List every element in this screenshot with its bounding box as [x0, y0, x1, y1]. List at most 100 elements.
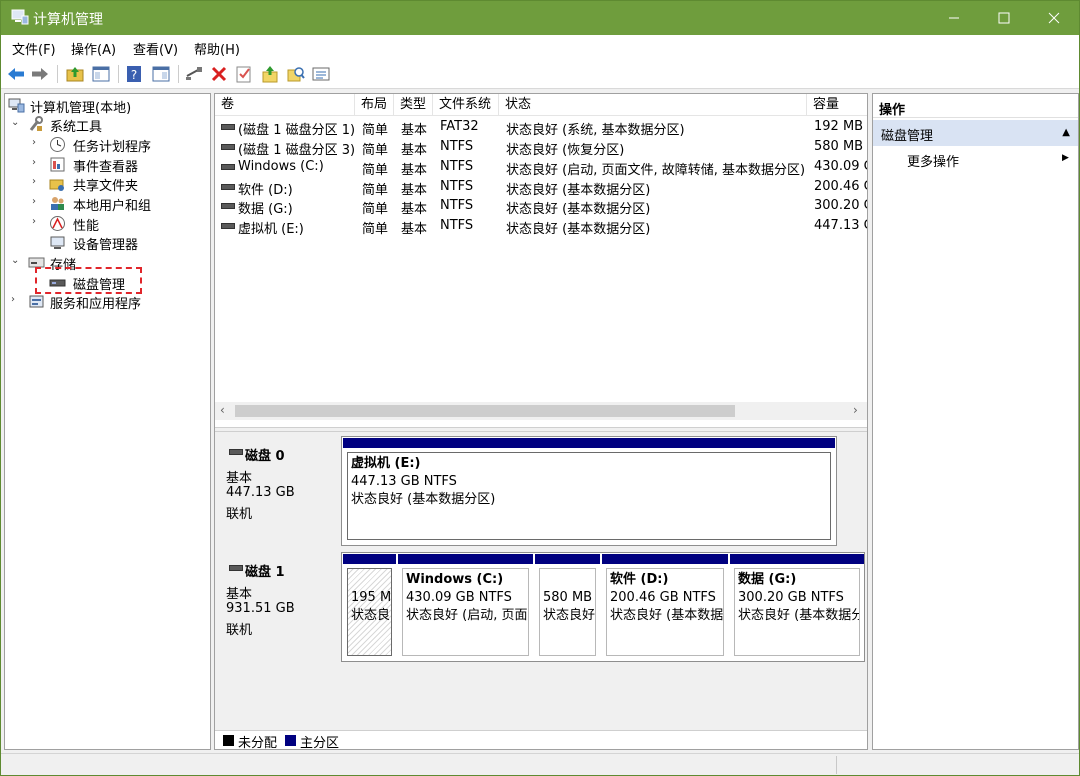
- column-status[interactable]: 状态: [499, 94, 807, 116]
- scroll-left-icon[interactable]: ‹: [220, 403, 225, 417]
- menu-help[interactable]: 帮助(H): [194, 39, 240, 58]
- disk-1-label[interactable]: 磁盘 1 基本 931.51 GB 联机: [217, 552, 339, 662]
- disk-0-partitions: 虚拟机 (E:) 447.13 GB NTFS 状态良好 (基本数据分区): [341, 436, 837, 546]
- drive-icon: [221, 203, 235, 209]
- cell-layout: 简单: [362, 222, 389, 237]
- scroll-right-icon[interactable]: ›: [853, 403, 858, 417]
- delete-icon[interactable]: [209, 64, 229, 84]
- cell-filesystem: FAT32: [440, 119, 479, 134]
- legend-label-unallocated: 未分配: [238, 736, 278, 751]
- cell-capacity: 447.13 G: [814, 218, 867, 233]
- partition-d[interactable]: 软件 (D:) 200.46 GB NTFS 状态良好 (基本数据: [602, 554, 728, 660]
- forward-icon[interactable]: [30, 64, 50, 84]
- column-filesystem[interactable]: 文件系统: [433, 94, 499, 116]
- connect-icon[interactable]: [184, 64, 204, 84]
- partition-c[interactable]: Windows (C:) 430.09 GB NTFS 状态良好 (启动, 页面: [398, 554, 533, 660]
- table-row[interactable]: 软件 (D:) 简单 基本 NTFS 状态良好 (基本数据分区) 200.46 …: [215, 177, 867, 198]
- table-row[interactable]: 虚拟机 (E:) 简单 基本 NTFS 状态良好 (基本数据分区) 447.13…: [215, 216, 867, 237]
- partition-status: 状态良好 (启动, 页面: [406, 608, 528, 623]
- more-actions-item[interactable]: 更多操作: [907, 151, 959, 170]
- disk-graphical-view: 磁盘 0 基本 447.13 GB 联机 虚拟机 (E:) 447.13 GB …: [215, 432, 867, 732]
- partition-g[interactable]: 数据 (G:) 300.20 GB NTFS 状态良好 (基本数据分: [730, 554, 864, 660]
- minimize-button[interactable]: [931, 1, 977, 35]
- clock-icon: [50, 137, 65, 152]
- properties-icon[interactable]: [151, 64, 171, 84]
- disk-status: 联机: [226, 507, 253, 522]
- cell-volume: (磁盘 1 磁盘分区 3): [238, 143, 354, 158]
- column-type[interactable]: 类型: [394, 94, 433, 116]
- disk-0-label[interactable]: 磁盘 0 基本 447.13 GB 联机: [217, 436, 339, 546]
- maximize-button[interactable]: [981, 1, 1027, 35]
- main-pane: 卷 布局 类型 文件系统 状态 容量 (磁盘 1 磁盘分区 1) 简单 基本 F…: [214, 93, 868, 751]
- export-list-icon[interactable]: [311, 64, 331, 84]
- collapse-up-icon[interactable]: ▲: [1062, 127, 1070, 138]
- disk-icon: [229, 565, 243, 571]
- horizontal-scrollbar[interactable]: ‹ ›: [215, 402, 867, 420]
- show-hide-tree-icon[interactable]: [91, 64, 111, 84]
- computer-management-window: 计算机管理 文件(F) 操作(A) 查看(V) 帮助(H) ? 计算机管理(本地…: [0, 0, 1080, 776]
- chevron-right-icon[interactable]: ›: [32, 216, 42, 227]
- disk-name: 磁盘 1: [245, 565, 285, 580]
- submenu-arrow-icon[interactable]: ▶: [1062, 153, 1069, 163]
- import-icon[interactable]: [260, 64, 280, 84]
- toolbar-separator: [57, 65, 58, 83]
- chevron-right-icon[interactable]: ›: [32, 196, 42, 207]
- disk-management-highlight: [35, 267, 142, 294]
- menu-view[interactable]: 查看(V): [133, 39, 178, 58]
- table-row[interactable]: (磁盘 1 磁盘分区 3) 简单 基本 NTFS 状态良好 (恢复分区) 580…: [215, 137, 867, 158]
- column-capacity[interactable]: 容量: [807, 94, 867, 116]
- disk-1-partitions: 195 M 状态良 Windows (C:) 430.09 GB NTFS 状态…: [341, 552, 865, 662]
- partition-efi[interactable]: 195 M 状态良: [343, 554, 396, 660]
- back-icon[interactable]: [6, 64, 26, 84]
- disk-type: 基本: [226, 471, 253, 486]
- cell-status: 状态良好 (系统, 基本数据分区): [506, 123, 685, 138]
- cell-filesystem: NTFS: [440, 159, 474, 174]
- checklist-icon[interactable]: [234, 64, 254, 84]
- up-folder-icon[interactable]: [65, 64, 85, 84]
- menu-action[interactable]: 操作(A): [71, 39, 116, 58]
- chevron-right-icon[interactable]: ›: [32, 137, 42, 148]
- help-icon[interactable]: ?: [124, 64, 144, 84]
- legend-swatch-primary: [285, 735, 296, 746]
- cell-status: 状态良好 (启动, 页面文件, 故障转储, 基本数据分区): [506, 163, 806, 178]
- chevron-right-icon[interactable]: ›: [11, 294, 21, 305]
- tree-label-local-users: 本地用户和组: [73, 199, 152, 214]
- column-volume[interactable]: 卷: [215, 94, 355, 116]
- partition-content: 软件 (D:) 200.46 GB NTFS 状态良好 (基本数据: [606, 568, 724, 656]
- services-icon: [29, 295, 44, 308]
- window-title: 计算机管理: [33, 12, 103, 28]
- partition-size: 430.09 GB NTFS: [406, 590, 512, 605]
- cell-capacity: 580 MB: [814, 139, 864, 154]
- chevron-right-icon[interactable]: ›: [32, 157, 42, 168]
- system-tools-icon: [29, 116, 43, 131]
- cell-capacity: 200.46 G: [814, 179, 867, 194]
- partition-e[interactable]: 虚拟机 (E:) 447.13 GB NTFS 状态良好 (基本数据分区): [343, 438, 835, 544]
- close-button[interactable]: [1031, 1, 1077, 35]
- table-row[interactable]: Windows (C:) 简单 基本 NTFS 状态良好 (启动, 页面文件, …: [215, 157, 867, 178]
- chevron-down-icon[interactable]: ⌄: [11, 255, 21, 266]
- column-layout[interactable]: 布局: [355, 94, 394, 116]
- volume-table-header: 卷 布局 类型 文件系统 状态 容量: [215, 94, 867, 116]
- chevron-right-icon[interactable]: ›: [32, 176, 42, 187]
- event-viewer-icon: [50, 157, 65, 172]
- actions-section-disk-management[interactable]: 磁盘管理 ▲: [873, 120, 1078, 146]
- cell-capacity: 430.09 G: [814, 159, 867, 174]
- svg-text:?: ?: [131, 68, 137, 82]
- cell-capacity: 192 MB: [814, 119, 864, 134]
- menu-bar: 文件(F) 操作(A) 查看(V) 帮助(H): [1, 35, 1079, 59]
- table-row[interactable]: (磁盘 1 磁盘分区 1) 简单 基本 FAT32 状态良好 (系统, 基本数据…: [215, 117, 867, 138]
- actions-section-label: 磁盘管理: [881, 129, 934, 144]
- scrollbar-thumb[interactable]: [235, 405, 735, 417]
- table-row[interactable]: 数据 (G:) 简单 基本 NTFS 状态良好 (基本数据分区) 300.20 …: [215, 196, 867, 217]
- cell-volume: (磁盘 1 磁盘分区 1): [238, 123, 354, 138]
- partition-recovery[interactable]: 580 MB 状态良好: [535, 554, 600, 660]
- menu-file[interactable]: 文件(F): [12, 39, 56, 58]
- partition-size: 447.13 GB NTFS: [351, 474, 457, 489]
- tree-label-task-scheduler: 任务计划程序: [73, 140, 152, 155]
- chevron-down-icon[interactable]: ⌄: [11, 117, 21, 128]
- drive-icon: [221, 164, 235, 170]
- drive-icon: [221, 144, 235, 150]
- cell-type: 基本: [401, 163, 428, 178]
- search-icon[interactable]: [286, 64, 306, 84]
- toolbar-separator: [178, 65, 179, 83]
